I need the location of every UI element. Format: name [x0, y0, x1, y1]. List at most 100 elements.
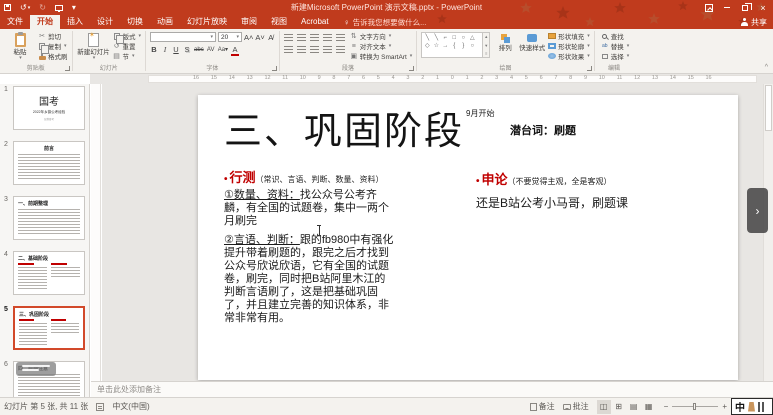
bold-button[interactable]: B: [150, 45, 158, 54]
bullets-icon[interactable]: [284, 34, 293, 41]
zoom-slider-thumb[interactable]: [693, 403, 696, 410]
scrollbar-thumb[interactable]: [765, 85, 772, 131]
slide-thumbnail-5[interactable]: 5三、巩固阶段: [0, 306, 89, 350]
new-slide-button[interactable]: 新建幻灯片▾: [77, 32, 111, 62]
share-button[interactable]: 共享: [741, 15, 767, 29]
shape-fill-button[interactable]: 形状填充▾: [548, 32, 590, 40]
cut-button[interactable]: ✂剪切: [38, 32, 68, 40]
tab-review[interactable]: 审阅: [234, 15, 264, 29]
shape-effects-button[interactable]: 形状效果▾: [548, 52, 590, 60]
arrange-button[interactable]: 排列: [494, 32, 516, 52]
columns-icon[interactable]: [336, 46, 345, 53]
language-indicator[interactable]: 中文(中国): [112, 401, 149, 412]
paragraph-dialog-launcher[interactable]: [409, 66, 414, 71]
redo-button[interactable]: ↻: [39, 3, 46, 12]
tab-animations[interactable]: 动画: [150, 15, 180, 29]
clear-formatting-button[interactable]: A̸: [267, 33, 275, 42]
underline-button[interactable]: U: [172, 45, 180, 54]
font-name-combobox[interactable]: ▾: [150, 32, 216, 42]
tab-file[interactable]: 文件: [0, 15, 30, 29]
slide-sorter-view-button[interactable]: ⊞: [612, 400, 626, 414]
ime-icon-1[interactable]: [748, 402, 755, 412]
change-case-button[interactable]: Aa▾: [218, 46, 228, 53]
zoom-slider[interactable]: [672, 406, 718, 407]
save-button[interactable]: [4, 4, 11, 11]
character-spacing-button[interactable]: AV: [207, 47, 215, 53]
horizontal-ruler[interactable]: 1615141312111098765432101234567891011121…: [148, 75, 757, 83]
align-text-button[interactable]: ≡对齐文本▾: [350, 42, 412, 50]
vertical-scrollbar[interactable]: [763, 84, 773, 397]
text-direction-button[interactable]: ⇅文字方向▾: [350, 32, 412, 40]
justify-icon[interactable]: [323, 46, 332, 53]
find-button[interactable]: 查找: [601, 32, 630, 40]
section-button[interactable]: ▤节▾: [113, 52, 142, 60]
collapse-ribbon-button[interactable]: ^: [765, 64, 768, 71]
tell-me-box[interactable]: ♀ 告诉我您想要做什么...: [336, 15, 435, 29]
slideshow-view-button[interactable]: ▦: [642, 400, 656, 414]
tab-view[interactable]: 视图: [264, 15, 294, 29]
slide-thumbnail-4[interactable]: 4二、基础阶段: [0, 251, 89, 295]
reading-view-button[interactable]: ▤: [627, 400, 641, 414]
quick-styles-button[interactable]: 快速样式: [518, 32, 546, 52]
close-button[interactable]: ×: [755, 1, 771, 14]
zoom-in-button[interactable]: +: [722, 402, 727, 411]
tab-insert[interactable]: 插入: [60, 15, 90, 29]
vertical-ruler[interactable]: [91, 84, 101, 392]
tab-design[interactable]: 设计: [90, 15, 120, 29]
convert-smartart-button[interactable]: ▣转换为 SmartArt▾: [350, 52, 412, 60]
expand-panel-button[interactable]: ›: [747, 188, 768, 233]
text-shadow-button[interactable]: S: [183, 45, 191, 54]
select-button[interactable]: 选择▾: [601, 52, 630, 60]
ime-language-mode[interactable]: 中: [735, 399, 745, 414]
paste-button[interactable]: 粘贴▾: [4, 32, 36, 62]
ribbon-display-options-button[interactable]: [701, 1, 717, 14]
shape-outline-button[interactable]: 形状轮廓▾: [548, 42, 590, 50]
tab-acrobat[interactable]: Acrobat: [294, 15, 336, 29]
slide-thumbnail-3[interactable]: 3一、前期整理: [0, 196, 89, 240]
proofing-icon[interactable]: [96, 403, 104, 411]
font-size-combobox[interactable]: 20▾: [218, 32, 242, 42]
copy-button[interactable]: 复制▾: [38, 42, 68, 50]
minimize-button[interactable]: [719, 1, 735, 14]
shapes-gallery[interactable]: ╲╲⌐□○△ ◇☆→{}○ ▲▼≡: [421, 32, 490, 58]
align-left-icon[interactable]: [284, 46, 293, 53]
slide-keyword-line[interactable]: 潜台词：刷题: [510, 122, 576, 138]
slide-right-column[interactable]: •申论（不要觉得主观，全是客观） 还是B站公考小马哥，刷题课: [476, 169, 721, 211]
strikethrough-button[interactable]: abc: [194, 47, 204, 53]
ime-icon-2[interactable]: [758, 402, 764, 412]
numbering-icon[interactable]: [297, 34, 306, 41]
tab-home[interactable]: 开始: [30, 15, 60, 29]
restore-button[interactable]: [737, 1, 753, 14]
indent-increase-icon[interactable]: [323, 34, 332, 41]
ime-status-overlay[interactable]: 中: [731, 398, 773, 415]
font-color-button[interactable]: A: [231, 45, 239, 54]
italic-button[interactable]: I: [161, 45, 169, 54]
customize-qat-button[interactable]: ▾: [72, 3, 76, 12]
decrease-font-size-button[interactable]: A˅: [255, 33, 264, 42]
notes-pane[interactable]: 单击此处添加备注: [91, 381, 773, 397]
normal-view-button[interactable]: ◫: [597, 400, 611, 414]
font-dialog-launcher[interactable]: [272, 66, 277, 71]
format-painter-button[interactable]: 格式刷: [38, 52, 68, 60]
undo-button[interactable]: ↺▾: [20, 3, 30, 12]
slide-thumbnail-1[interactable]: 1国考2022年乡镇公考经验仅供参考: [0, 86, 89, 130]
slide-thumbnail-2[interactable]: 2前言: [0, 141, 89, 185]
shapes-gallery-scroll[interactable]: ▲▼≡: [483, 32, 490, 58]
increase-font-size-button[interactable]: A˄: [244, 33, 253, 42]
align-center-icon[interactable]: [297, 46, 306, 53]
layout-button[interactable]: 版式▾: [113, 32, 142, 40]
slide-corner-note[interactable]: 9月开始: [466, 108, 494, 119]
slide-editor[interactable]: 三、巩固阶段 9月开始 潜台词：刷题 •行测（常识、言语、判断、数量、资料） ①…: [198, 95, 738, 380]
zoom-out-button[interactable]: −: [664, 402, 669, 411]
replace-button[interactable]: ab替换▾: [601, 42, 630, 50]
notes-toggle-button[interactable]: 备注: [530, 401, 555, 412]
clipboard-dialog-launcher[interactable]: [65, 66, 70, 71]
comments-toggle-button[interactable]: 批注: [563, 401, 589, 412]
line-spacing-icon[interactable]: [336, 34, 345, 41]
slide-title[interactable]: 三、巩固阶段: [224, 100, 464, 155]
drawing-dialog-launcher[interactable]: [587, 66, 592, 71]
align-right-icon[interactable]: [310, 46, 319, 53]
tab-slideshow[interactable]: 幻灯片放映: [180, 15, 234, 29]
slide-left-column[interactable]: •行测（常识、言语、判断、数量、资料） ①数量、资料：找公众号公考齐麟，有全国的…: [224, 167, 396, 325]
indent-decrease-icon[interactable]: [310, 34, 319, 41]
